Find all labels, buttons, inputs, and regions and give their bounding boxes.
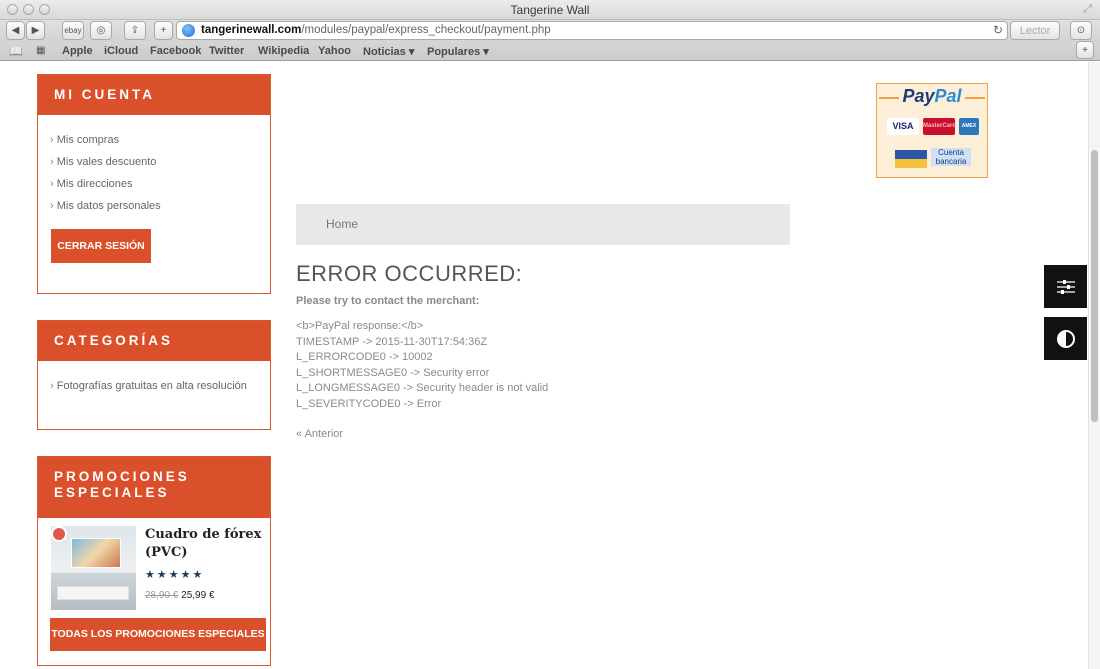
account-title: MI CUENTA xyxy=(38,75,270,115)
window-titlebar: Tangerine Wall ⤢ xyxy=(0,0,1100,20)
bank-account-label: Cuenta bancaria xyxy=(931,148,971,166)
bookmark-yahoo[interactable]: Yahoo xyxy=(318,45,351,57)
error-title: ERROR OCCURRED: xyxy=(296,261,523,286)
mastercard-icon: MasterCard xyxy=(923,118,956,135)
paypal-wordmark: PayPal xyxy=(902,86,962,106)
bookmark-noticias[interactable]: Noticias ▾ xyxy=(363,45,414,58)
visa-card-icon: VISA xyxy=(887,118,919,135)
response-line: L_SHORTMESSAGE0 -> Security error xyxy=(296,366,490,379)
all-promotions-button[interactable]: TODAS LOS PROMOCIONES ESPECIALES xyxy=(50,618,266,651)
breadcrumb: Home xyxy=(296,204,790,245)
download-icon[interactable]: ⊙ xyxy=(1070,21,1092,40)
add-bookmark-button[interactable]: + xyxy=(1076,41,1094,59)
bookmark-twitter[interactable]: Twitter xyxy=(209,45,244,57)
categories-block: CATEGORÍAS Fotografías gratuitas en alta… xyxy=(37,320,271,430)
top-sites-icon[interactable]: ▦ xyxy=(36,45,45,56)
contrast-icon[interactable] xyxy=(1044,317,1087,360)
globe-icon xyxy=(182,24,195,37)
bookmark-wikipedia[interactable]: Wikipedia xyxy=(258,45,309,57)
back-button[interactable]: ◀ xyxy=(6,21,25,40)
page-viewport: MI CUENTA Mis compras Mis vales descuent… xyxy=(0,62,1100,669)
promotions-title-line1: PROMOCIONES xyxy=(54,469,190,484)
reader-button[interactable]: Lector xyxy=(1010,21,1060,40)
response-line: L_ERRORCODE0 -> 10002 xyxy=(296,351,433,363)
logout-button[interactable]: CERRAR SESIÓN xyxy=(51,229,151,263)
product-image[interactable] xyxy=(51,526,136,610)
account-link-vouchers[interactable]: Mis vales descuento xyxy=(50,156,258,168)
response-line: L_LONGMESSAGE0 -> Security header is not… xyxy=(296,382,549,394)
reading-list-icon[interactable]: 📖 xyxy=(9,45,23,58)
bookmark-populares[interactable]: Populares ▾ xyxy=(427,45,489,58)
account-link-purchases[interactable]: Mis compras xyxy=(50,134,258,146)
response-line: L_SEVERITYCODE0 -> Error xyxy=(296,397,442,410)
url-host: tangerinewall.com xyxy=(201,24,302,36)
promo-product: Cuadro de fórex (PVC) ★★★★★ 28,90 € 25,9… xyxy=(38,518,270,618)
product-name[interactable]: Cuadro de fórex (PVC) xyxy=(145,526,265,562)
fullscreen-icon[interactable]: ⤢ xyxy=(1083,3,1092,16)
bookmark-icloud[interactable]: iCloud xyxy=(104,45,138,57)
sale-badge-icon xyxy=(51,526,67,542)
paypal-response: <b>PayPal response:</b> TIMESTAMP -> 201… xyxy=(296,319,548,412)
previous-link[interactable]: « Anterior xyxy=(296,428,343,440)
old-price: 28,90 € xyxy=(145,590,179,601)
vertical-scrollbar[interactable] xyxy=(1088,62,1100,669)
account-link-personal-data[interactable]: Mis datos personales xyxy=(50,200,258,212)
address-bar[interactable]: tangerinewall.com/modules/paypal/express… xyxy=(176,21,1008,40)
account-block: MI CUENTA Mis compras Mis vales descuent… xyxy=(37,74,271,294)
bookmark-apple[interactable]: Apple xyxy=(62,45,93,57)
settings-sliders-icon[interactable] xyxy=(1044,265,1087,308)
new-price: 25,99 € xyxy=(181,590,215,601)
browser-toolbar: ◀ ▶ ebay ◎ ⇪ + tangerinewall.com/modules… xyxy=(0,20,1100,42)
history-icon[interactable]: ◎ xyxy=(90,21,112,40)
product-price: 28,90 € 25,99 € xyxy=(145,590,215,601)
product-sofa xyxy=(57,586,129,600)
window-title: Tangerine Wall xyxy=(510,3,590,17)
ebay-bookmark-button[interactable]: ebay xyxy=(62,21,84,40)
new-tab-button[interactable]: + xyxy=(154,21,173,40)
response-line: TIMESTAMP -> 2015-11-30T17:54:36Z xyxy=(296,335,488,348)
url-path: /modules/paypal/express_checkout/payment… xyxy=(301,24,551,36)
paypal-logo: PayPal VISA MasterCard AMEX Cuenta banca… xyxy=(876,83,988,178)
bank-card-icon xyxy=(895,150,927,168)
category-link-free-photos[interactable]: Fotografías gratuitas en alta resolución xyxy=(50,380,258,392)
error-subtitle: Please try to contact the merchant: xyxy=(296,295,480,307)
amex-card-icon: AMEX xyxy=(959,118,979,135)
categories-title: CATEGORÍAS xyxy=(38,321,270,361)
bookmarks-bar: 📖 ▦ Apple iCloud Facebook Twitter Wikipe… xyxy=(0,41,1100,61)
forward-button[interactable]: ▶ xyxy=(26,21,45,40)
account-link-addresses[interactable]: Mis direcciones xyxy=(50,178,258,190)
share-icon[interactable]: ⇪ xyxy=(124,21,146,40)
breadcrumb-home[interactable]: Home xyxy=(326,217,358,231)
reload-icon[interactable]: ↻ xyxy=(993,22,1003,39)
promotions-title-line2: ESPECIALES xyxy=(54,485,170,500)
bookmark-facebook[interactable]: Facebook xyxy=(150,45,201,57)
response-line: <b>PayPal response:</b> xyxy=(296,320,424,332)
promotions-title: PROMOCIONES ESPECIALES xyxy=(38,457,270,518)
product-rating-stars: ★★★★★ xyxy=(145,569,205,581)
scrollbar-thumb[interactable] xyxy=(1091,150,1098,422)
promotions-block: PROMOCIONES ESPECIALES Cuadro de fórex (… xyxy=(37,456,271,666)
product-picture-frame xyxy=(71,538,121,568)
